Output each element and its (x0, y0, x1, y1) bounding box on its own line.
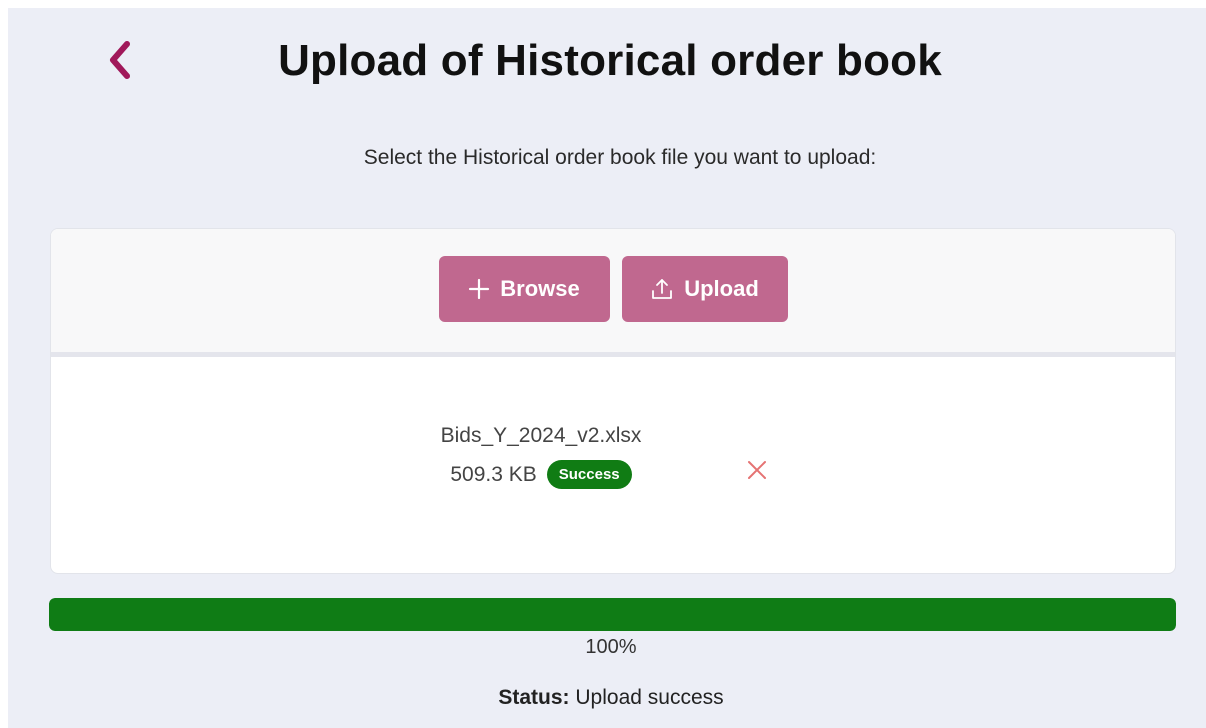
progress-bar-fill (49, 598, 1176, 631)
browse-button[interactable]: Browse (438, 255, 610, 322)
close-icon (748, 461, 766, 479)
progress-percentage: 100% (585, 636, 637, 658)
file-upload-card: Browse Upload Bids_Y_2024_v2.xlsx 509.3 … (50, 228, 1176, 574)
upload-page: Upload of Historical order book Select t… (8, 8, 1206, 728)
upload-status: Status: Upload success (8, 686, 1206, 710)
status-badge: Success (546, 460, 632, 489)
status-value: Upload success (575, 686, 724, 709)
upload-instructions: Select the Historical order book file yo… (363, 146, 877, 169)
browse-button-label: Browse (500, 275, 580, 301)
upload-button[interactable]: Upload (621, 255, 788, 322)
remove-file-button[interactable] (745, 458, 769, 482)
upload-button-label: Upload (684, 275, 759, 301)
upload-progress-bar (49, 598, 1176, 631)
file-list-item: Bids_Y_2024_v2.xlsx 509.3 KB Success (51, 362, 1175, 573)
file-size: 509.3 KB (450, 462, 537, 486)
file-info: Bids_Y_2024_v2.xlsx 509.3 KB Success (421, 424, 661, 489)
upload-icon (652, 278, 673, 299)
status-label: Status: (498, 686, 570, 709)
page-title: Upload of Historical order book (278, 36, 942, 85)
plus-icon (469, 278, 490, 299)
file-name: Bids_Y_2024_v2.xlsx (440, 424, 642, 447)
upload-toolbar: Browse Upload (51, 229, 1175, 357)
file-meta: 509.3 KB Success (450, 460, 632, 489)
